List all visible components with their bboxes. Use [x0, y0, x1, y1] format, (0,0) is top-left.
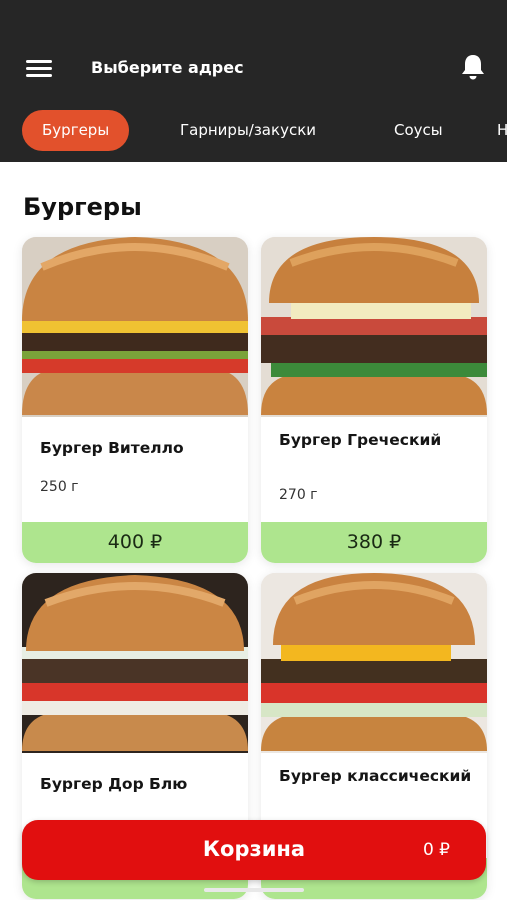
tab-burgers[interactable]: Бургеры: [22, 110, 130, 151]
product-name: Бургер Греческий: [279, 431, 442, 449]
tab-sauces[interactable]: Соусы: [394, 110, 443, 151]
product-weight: 270 г: [279, 487, 318, 503]
product-name: Бургер классический: [279, 767, 472, 785]
cart-total: 0 ₽: [422, 840, 450, 860]
product-card[interactable]: Бургер Вителло 250 г 400 ₽: [22, 237, 248, 563]
product-name: Бургер Вителло: [40, 439, 184, 457]
product-weight: 250 г: [40, 479, 79, 495]
burger-image: [22, 573, 248, 753]
burger-image: [22, 237, 248, 417]
category-tabs: Бургеры Гарниры/закуски Соусы Н: [0, 110, 507, 154]
home-indicator: [204, 888, 304, 892]
address-selector[interactable]: Выберите адрес: [91, 58, 244, 77]
price-button[interactable]: 380 ₽: [261, 522, 487, 563]
cart-label: Корзина: [202, 837, 306, 861]
burger-image: [261, 237, 487, 417]
cart-button[interactable]: Корзина 0 ₽: [22, 820, 486, 880]
product-name: Бургер Дор Блю: [40, 775, 188, 793]
price-button[interactable]: 400 ₽: [22, 522, 248, 563]
hamburger-menu-icon[interactable]: [26, 58, 54, 78]
section-title: Бургеры: [23, 193, 142, 221]
burger-image: [261, 573, 487, 753]
bell-icon[interactable]: [458, 52, 488, 82]
tab-sides-snacks[interactable]: Гарниры/закуски: [180, 110, 316, 151]
product-card[interactable]: Бургер Греческий 270 г 380 ₽: [261, 237, 487, 563]
tab-next-category[interactable]: Н: [497, 110, 507, 151]
top-bar: Выберите адрес Бургеры Гарниры/закуски С…: [0, 0, 507, 162]
